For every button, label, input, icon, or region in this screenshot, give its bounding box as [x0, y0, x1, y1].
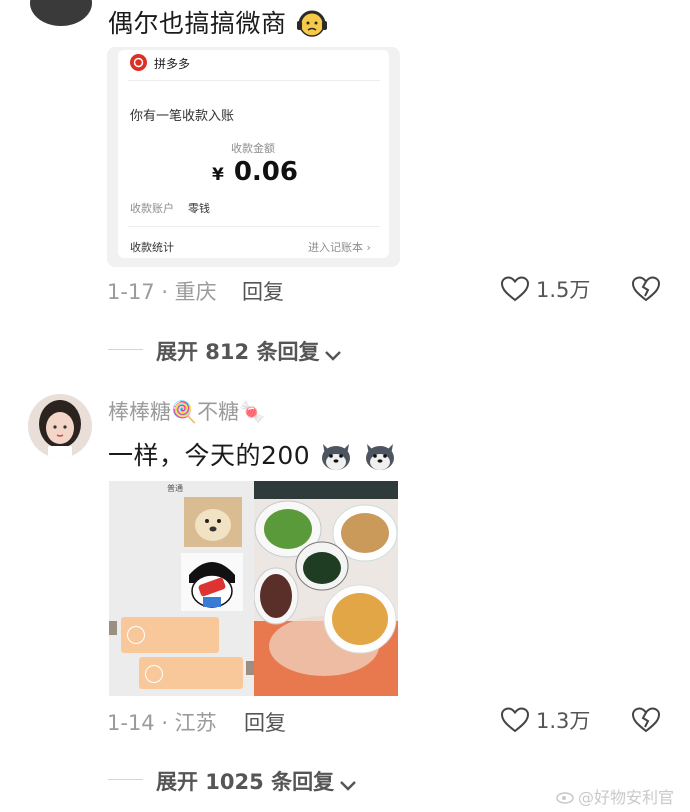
ledger-link[interactable]: 进入记账本 › [308, 239, 371, 255]
headphones-sad-face-icon [295, 8, 329, 38]
expand-divider [108, 349, 143, 350]
chat-avatar [109, 621, 117, 635]
transfer-bubble [121, 617, 219, 653]
expand-replies-button[interactable]: 展开 1025 条回复 [156, 766, 358, 796]
like-count: 1.3万 [536, 709, 591, 733]
account-value: 零钱 [188, 202, 210, 215]
heart-icon [500, 275, 530, 303]
like-button[interactable]: 1.5万 [500, 273, 590, 305]
username[interactable]: 棒棒糖🍭不糖🍬 [108, 396, 265, 426]
watermark-text: @好物安利官 [578, 788, 675, 807]
expand-replies-label: 展开 1025 条回复 [156, 770, 335, 794]
divider [128, 226, 380, 227]
chat-title: 普通 [167, 484, 183, 493]
weibo-logo-icon [556, 788, 576, 804]
payment-receipt-image[interactable]: 拼多多 你有一笔收款入账 收款金额 ¥0.06 收款账户 零钱 收款统计 进入记… [107, 47, 400, 267]
pdd-logo-icon [130, 54, 147, 71]
reply-button[interactable]: 回复 [242, 276, 284, 306]
app-name: 拼多多 [154, 57, 191, 71]
chevron-down-icon [338, 774, 358, 791]
like-count: 1.5万 [536, 278, 591, 302]
expand-replies-label: 展开 812 条回复 [156, 340, 320, 364]
dislike-broken-heart-icon[interactable] [631, 275, 661, 303]
avatar[interactable] [28, 394, 92, 458]
cartoon-sticker [181, 553, 243, 611]
like-button[interactable]: 1.3万 [500, 704, 590, 736]
amount-display: ¥0.06 [212, 157, 298, 187]
chat-screenshot-image[interactable]: 普通 [109, 481, 254, 696]
avatar[interactable] [30, 0, 92, 26]
comment-text: 一样，今天的200 [108, 436, 397, 472]
comment-date-location: 1-17 · 重庆 [107, 280, 217, 304]
food-photo-image[interactable] [254, 481, 398, 696]
amount-label: 收款金额 [231, 142, 275, 155]
currency-symbol: ¥ [212, 165, 224, 185]
husky-dog-face-icon [319, 440, 353, 472]
amount-value: 0.06 [233, 157, 298, 187]
comment-date-location: 1-14 · 江苏 [107, 711, 217, 735]
stats-label: 收款统计 [130, 241, 174, 254]
comment-text: 偶尔也搞搞微商 [108, 4, 329, 40]
chevron-down-icon [323, 344, 343, 361]
receipt-card: 拼多多 你有一笔收款入账 收款金额 ¥0.06 收款账户 零钱 收款统计 进入记… [118, 50, 389, 258]
expand-replies-button[interactable]: 展开 812 条回复 [156, 336, 343, 366]
comment-text-content: 一样，今天的200 [108, 441, 311, 470]
transfer-bubble [139, 657, 243, 689]
check-icon [145, 665, 163, 683]
account-label: 收款账户 [130, 202, 174, 215]
divider [128, 80, 380, 81]
expand-divider [108, 779, 143, 780]
watermark: @好物安利官 [556, 784, 674, 808]
reply-button[interactable]: 回复 [244, 707, 286, 737]
husky-dog-face-icon [363, 440, 397, 472]
heart-icon [500, 706, 530, 734]
comment-text-content: 偶尔也搞搞微商 [108, 9, 287, 38]
receipt-notice: 你有一笔收款入账 [130, 109, 235, 124]
check-icon [127, 626, 145, 644]
dog-photo-sticker [184, 497, 242, 547]
dislike-broken-heart-icon[interactable] [631, 706, 661, 734]
chat-avatar [246, 661, 254, 675]
